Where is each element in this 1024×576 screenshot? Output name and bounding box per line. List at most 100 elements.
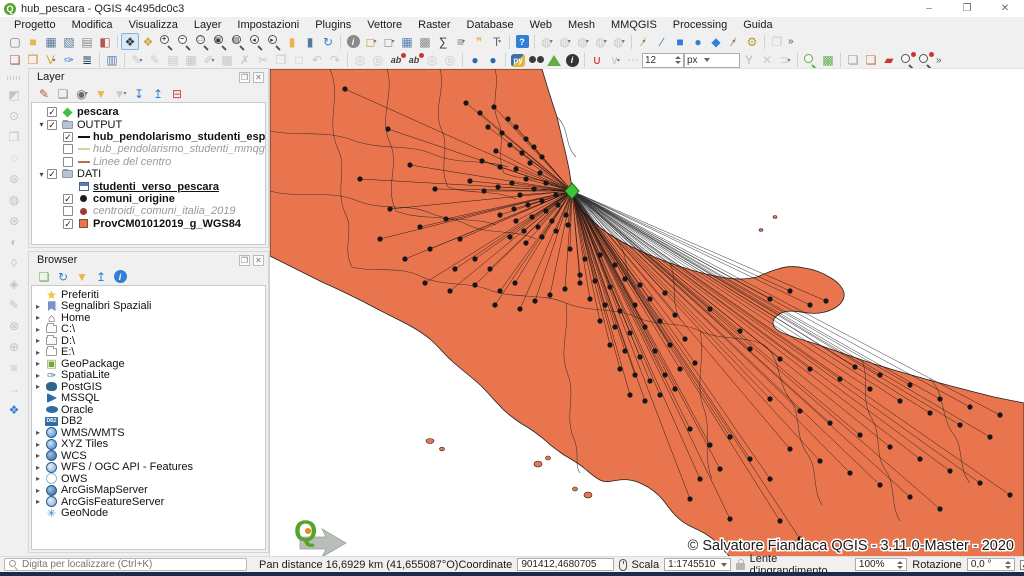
browser-panel-close-button[interactable]: ✕ <box>253 255 264 266</box>
menu-impostazioni[interactable]: Impostazioni <box>229 19 307 31</box>
refresh-map-button[interactable]: ↻ <box>319 33 337 50</box>
menu-web[interactable]: Web <box>522 19 560 31</box>
rail-tool-15[interactable]: ❖ <box>6 402 23 418</box>
rail-tool-13[interactable]: ≡ <box>6 360 23 376</box>
zoom-to-selection-button[interactable]: ▣ <box>211 33 229 50</box>
browser-item-oracle[interactable]: Oracle <box>32 404 265 416</box>
browser-item-wms-wmts[interactable]: ▸WMS/WMTS <box>32 427 265 439</box>
expander-icon[interactable]: ▸ <box>32 497 44 506</box>
label-highlight-button[interactable]: ab <box>387 52 405 69</box>
zoom-to-layer-button[interactable]: ▤ <box>229 33 247 50</box>
new-3d-map-view-button[interactable]: ● <box>689 33 707 50</box>
osm-info-button[interactable]: i <box>563 52 581 69</box>
deselect-features-button[interactable]: ◻▾ <box>380 33 398 50</box>
browser-item-d[interactable]: ▸D:\ <box>32 335 265 347</box>
rail-tool-2[interactable]: ❐ <box>6 129 23 145</box>
layout-page-2-button[interactable]: ❏ <box>862 52 880 69</box>
filter-legend-button[interactable]: ▼ <box>92 85 110 102</box>
label-tool-2-button[interactable]: ◍▾ <box>556 33 574 50</box>
search-plugin-button[interactable] <box>527 52 545 69</box>
menu-raster[interactable]: Raster <box>410 19 458 31</box>
new-project-button[interactable]: ▢ <box>6 33 24 50</box>
browser-item-home[interactable]: ▸⌂Home <box>32 312 265 324</box>
layer-item-centroidi-comuni-italia-2019[interactable]: centroidi_comuni_italia_2019 <box>32 205 265 217</box>
rail-tool-10[interactable]: ✎ <box>6 297 23 313</box>
open-attribute-table-button[interactable]: ▦ <box>398 33 416 50</box>
save-edits-button[interactable]: ▤ <box>164 52 182 69</box>
menu-mmqgis[interactable]: MMQGIS <box>603 19 665 31</box>
snapping-magnet-button[interactable]: ∪ <box>588 52 606 69</box>
locator-input[interactable] <box>22 559 242 570</box>
zoom-out-button[interactable]: − <box>175 33 193 50</box>
show-bookmarks-button[interactable]: ▮ <box>301 33 319 50</box>
edit-in-place-button[interactable]: ▩ <box>819 52 837 69</box>
rail-tool-8[interactable]: ◊ <box>6 255 23 271</box>
rail-tool-6[interactable]: ⊛ <box>6 213 23 229</box>
layer-visibility-checkbox[interactable] <box>63 144 73 154</box>
rail-tool-1[interactable]: ⊙ <box>6 108 23 124</box>
new-shape-view-button[interactable]: ◆ <box>707 33 725 50</box>
pan-map-button[interactable]: ❖ <box>121 33 139 50</box>
browser-item-geonode[interactable]: ✳GeoNode <box>32 508 265 520</box>
new-annotation-yellow-button[interactable]: ∕▾ <box>635 33 653 50</box>
expander-icon[interactable]: ▸ <box>32 371 44 380</box>
current-edits-button[interactable]: ✎ <box>146 52 164 69</box>
delete-selected-button[interactable]: ✗ <box>236 52 254 69</box>
mmqgis-plugin-button[interactable] <box>545 52 563 69</box>
text-annotation-button[interactable]: T▾ <box>488 33 506 50</box>
browser-item-postgis[interactable]: ▸PostGIS <box>32 381 265 393</box>
lock-scale-icon[interactable] <box>736 563 744 570</box>
statistics-summary-button[interactable]: ∑ <box>434 33 452 50</box>
layer-item-pescara[interactable]: ✓pescara <box>32 106 265 118</box>
layout-page-1-button[interactable]: ❏ <box>844 52 862 69</box>
expander-icon[interactable]: ▾ <box>36 170 47 179</box>
expander-icon[interactable]: ▸ <box>32 359 44 368</box>
label-gray-1-button[interactable]: ◎ <box>351 52 369 69</box>
browser-item-ows[interactable]: ▸OWS <box>32 473 265 485</box>
layer-visibility-checkbox[interactable] <box>63 157 73 167</box>
paste-features-button[interactable]: □ <box>290 52 308 69</box>
coordinate-input[interactable]: 901412,4680705 <box>517 558 614 571</box>
refresh-browser-button[interactable]: ↻ <box>54 268 72 285</box>
browser-item-segnalibri-spaziali[interactable]: ▸Segnalibri Spaziali <box>32 301 265 313</box>
remove-layer-button[interactable]: ⊟ <box>168 85 186 102</box>
filter-browser-button[interactable]: ▼ <box>73 268 91 285</box>
modify-attributes-button[interactable]: ▩ <box>218 52 236 69</box>
layer-item-studenti-verso-pescara[interactable]: studenti_verso_pescara <box>32 180 265 192</box>
menu-guida[interactable]: Guida <box>735 19 780 31</box>
layer-visibility-checkbox[interactable] <box>63 206 73 216</box>
expander-icon[interactable]: ▸ <box>32 336 44 345</box>
browser-item-arcgisfeatureserver[interactable]: ▸ArcGisFeatureServer <box>32 496 265 508</box>
manage-map-themes-button[interactable]: ◉▾ <box>73 85 91 102</box>
label-pin-red-button[interactable]: ab <box>405 52 423 69</box>
add-selected-layers-button[interactable]: ❏ <box>35 268 53 285</box>
browser-item-preferiti[interactable]: ★Preferiti <box>32 289 265 301</box>
layer-item-provcm01012019-g-wgs84[interactable]: ✓ProvCM01012019_g_WGS84 <box>32 218 265 230</box>
new-print-layout-button[interactable]: ▤ <box>78 33 96 50</box>
browser-item-spatialite[interactable]: ▸✑SpatiaLite <box>32 370 265 382</box>
layer-item-hub-pendolarismo-studenti-espressione[interactable]: ✓hub_pendolarismo_studenti_espressione <box>32 131 265 143</box>
zoom-next-button[interactable]: ▸ <box>265 33 283 50</box>
expander-icon[interactable]: ▸ <box>32 302 44 311</box>
new-bookmark-button[interactable]: ▮ <box>283 33 301 50</box>
label-tool-4-button[interactable]: ◍▾ <box>592 33 610 50</box>
browser-item-mssql[interactable]: MSSQL <box>32 393 265 405</box>
zoom-last-button[interactable]: ◂ <box>247 33 265 50</box>
map-tips-button[interactable]: ❞ <box>470 33 488 50</box>
layer-item-comuni-origine[interactable]: ✓comuni_origine <box>32 193 265 205</box>
new-annotation-blue-button[interactable]: ∕ <box>653 33 671 50</box>
rail-tool-11[interactable]: ⊗ <box>6 318 23 334</box>
map-canvas[interactable]: QQ© Salvatore Fiandaca QGIS - 3.11.0-Mas… <box>269 68 1024 556</box>
rotation-spin[interactable]: 0,0 ° <box>967 558 1016 571</box>
label-gray-4-button[interactable]: ◎ <box>441 52 459 69</box>
expander-icon[interactable]: ▸ <box>32 382 44 391</box>
label-gray-2-button[interactable]: ◎ <box>369 52 387 69</box>
expand-all-button[interactable]: ↧ <box>130 85 148 102</box>
menu-visualizza[interactable]: Visualizza <box>121 19 186 31</box>
close-button[interactable]: ✕ <box>986 0 1024 17</box>
rail-tool-12[interactable]: ⊕ <box>6 339 23 355</box>
topology-cross-button[interactable]: ✕ <box>758 52 776 69</box>
browser-item-geopackage[interactable]: ▸▣GeoPackage <box>32 358 265 370</box>
layer-visibility-checkbox[interactable]: ✓ <box>47 107 57 117</box>
rail-tool-14[interactable]: → <box>6 381 23 397</box>
